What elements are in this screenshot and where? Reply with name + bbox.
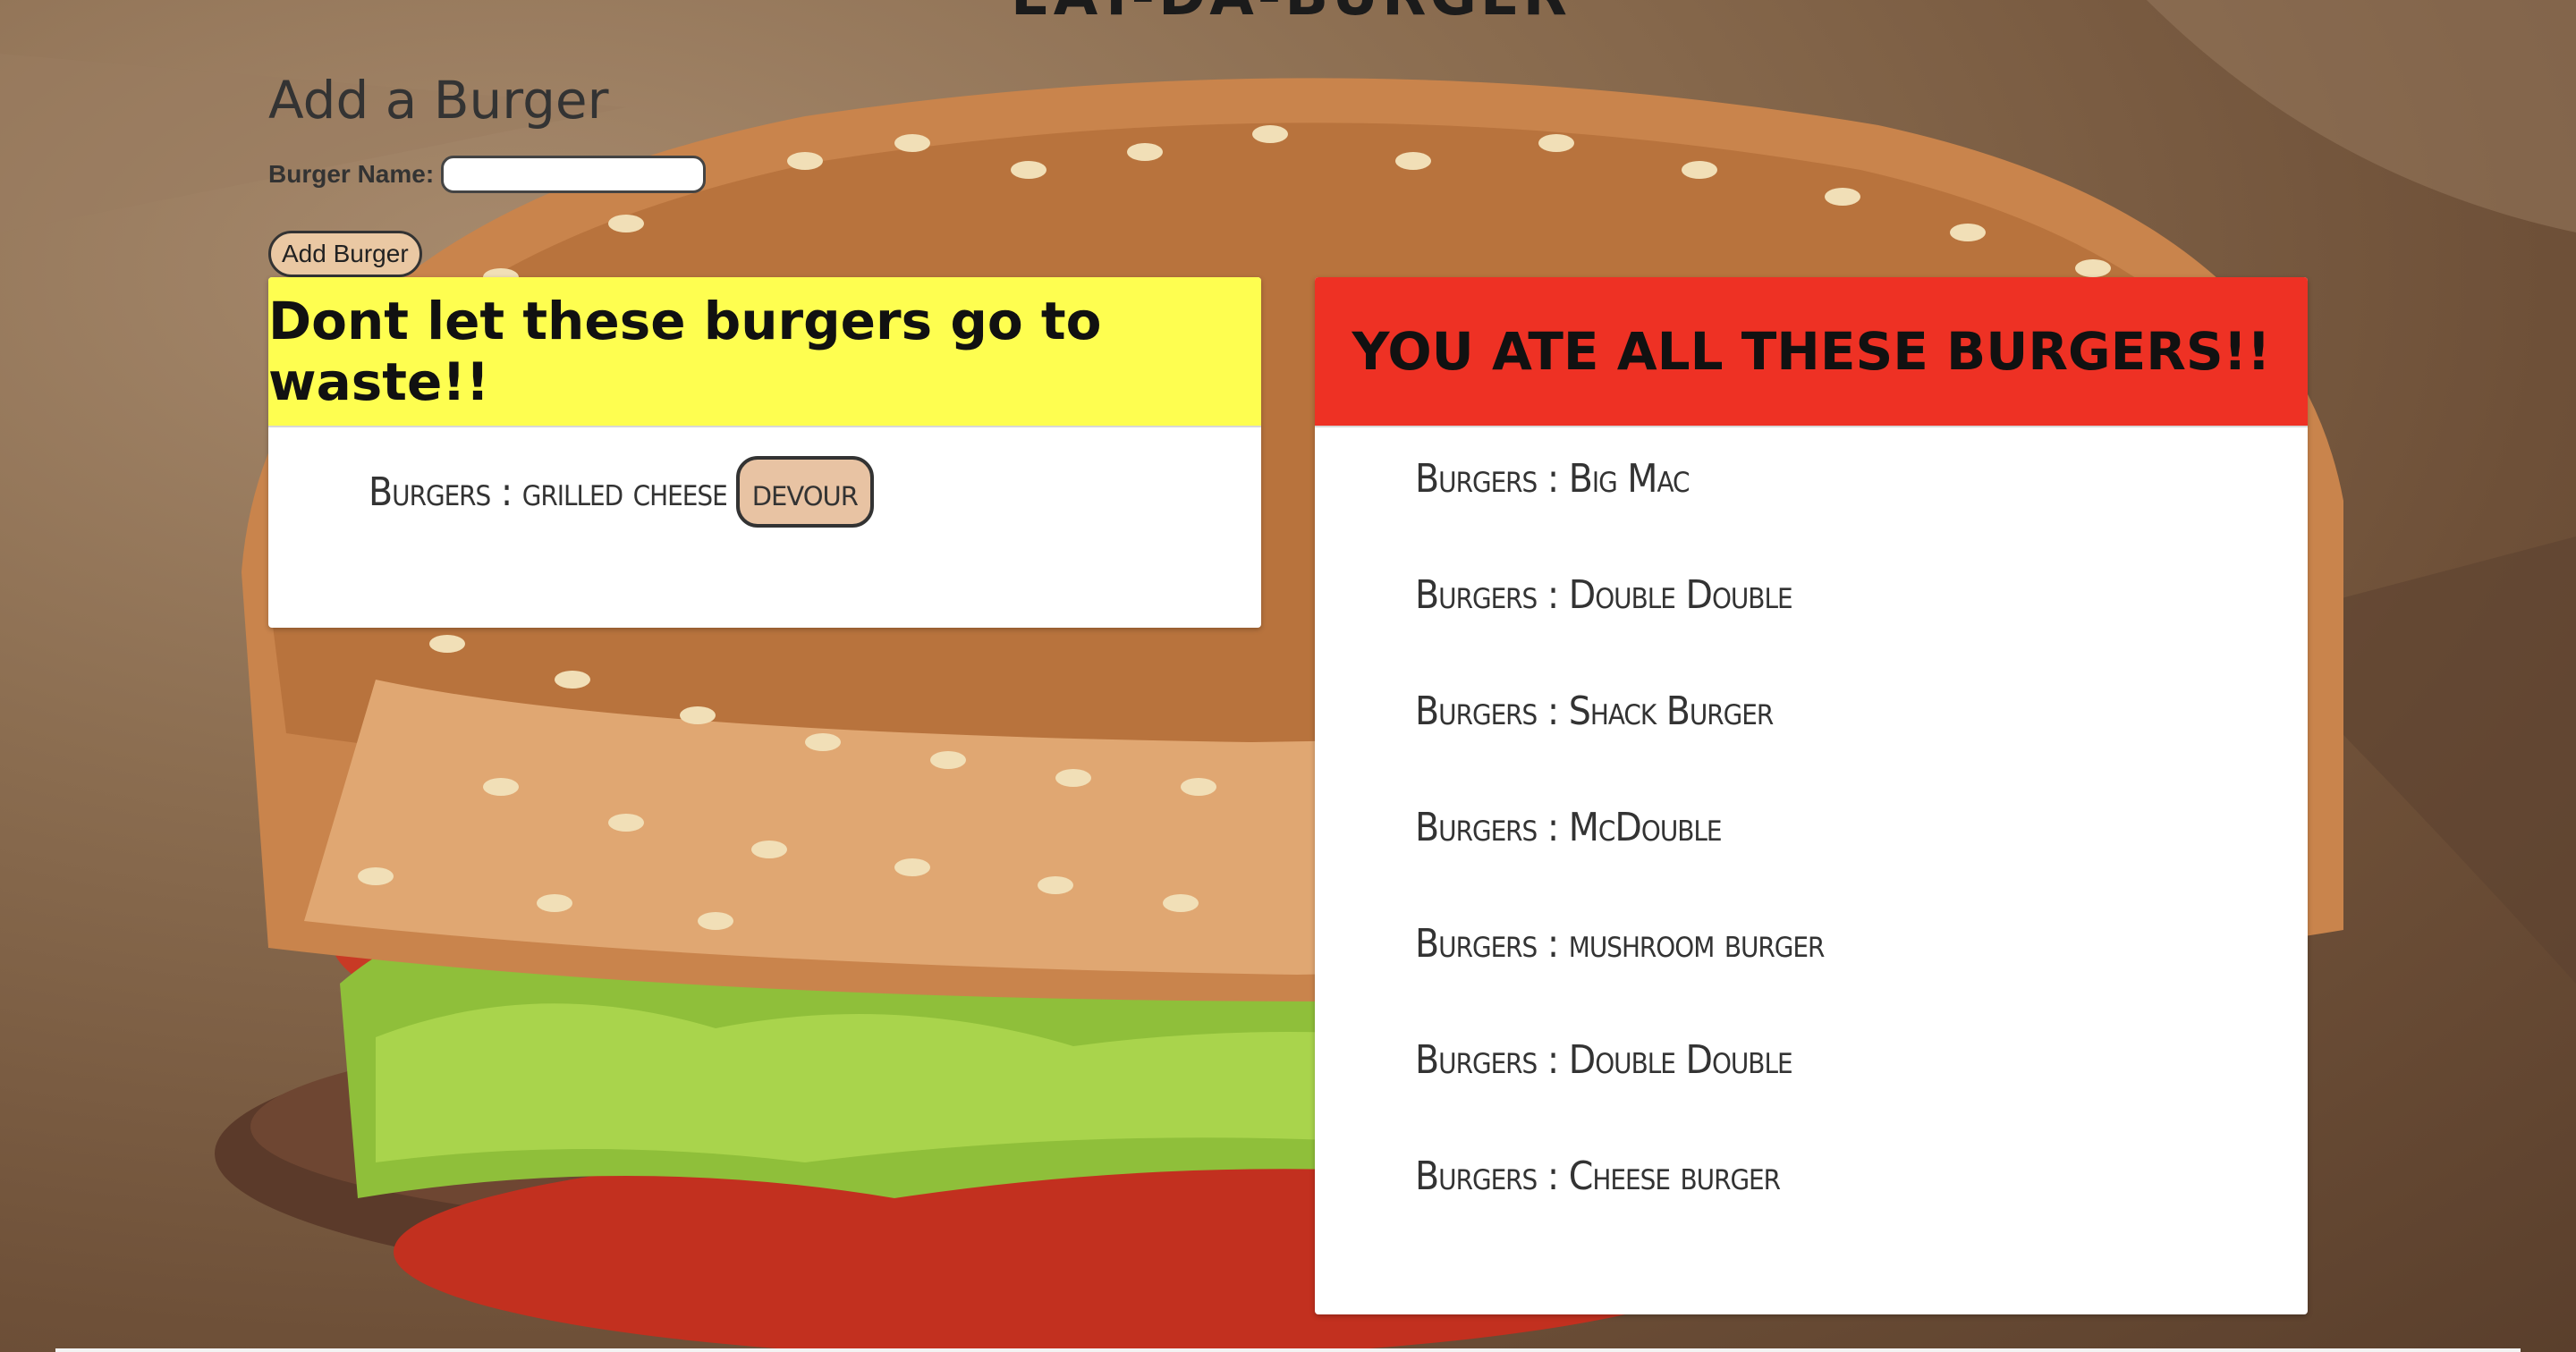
burger-item-label: Burgers : grilled cheese: [369, 469, 728, 515]
devoured-header: YOU ATE ALL THESE BURGERS!!: [1315, 277, 2308, 427]
list-item: Burgers : Big Mac: [1415, 456, 1690, 502]
form-title: Add a Burger: [268, 70, 609, 131]
list-item: Burgers : grilled cheese devour: [369, 456, 874, 528]
burger-name-label: Burger Name:: [268, 160, 435, 188]
list-item: Burgers : Double Double: [1415, 1037, 1793, 1083]
devoured-heading: YOU ATE ALL THESE BURGERS!!: [1352, 321, 2271, 382]
not-devoured-card: Dont let these burgers go to waste!! Bur…: [268, 277, 1261, 628]
site-title: EAT-DA-BURGER: [1011, 0, 1567, 29]
burger-name-row: Burger Name:: [268, 156, 707, 193]
list-item: Burgers : Shack Burger: [1415, 689, 1774, 734]
page-bottom-border: [55, 1348, 2521, 1352]
not-devoured-heading: Dont let these burgers go to waste!!: [268, 291, 1102, 412]
list-item: Burgers : mushroom burger: [1415, 921, 1825, 967]
list-item: Burgers : Cheese burger: [1415, 1153, 1781, 1199]
list-item: Burgers : McDouble: [1415, 805, 1723, 850]
add-burger-button[interactable]: Add Burger: [268, 231, 422, 277]
list-item: Burgers : Double Double: [1415, 572, 1793, 618]
devoured-list: Burgers : Big Mac Burgers : Double Doubl…: [1415, 456, 1825, 1270]
devoured-card: YOU ATE ALL THESE BURGERS!! Burgers : Bi…: [1315, 277, 2308, 1314]
devour-button[interactable]: devour: [735, 456, 874, 528]
burger-name-input[interactable]: [441, 156, 707, 193]
not-devoured-header: Dont let these burgers go to waste!!: [268, 277, 1261, 427]
